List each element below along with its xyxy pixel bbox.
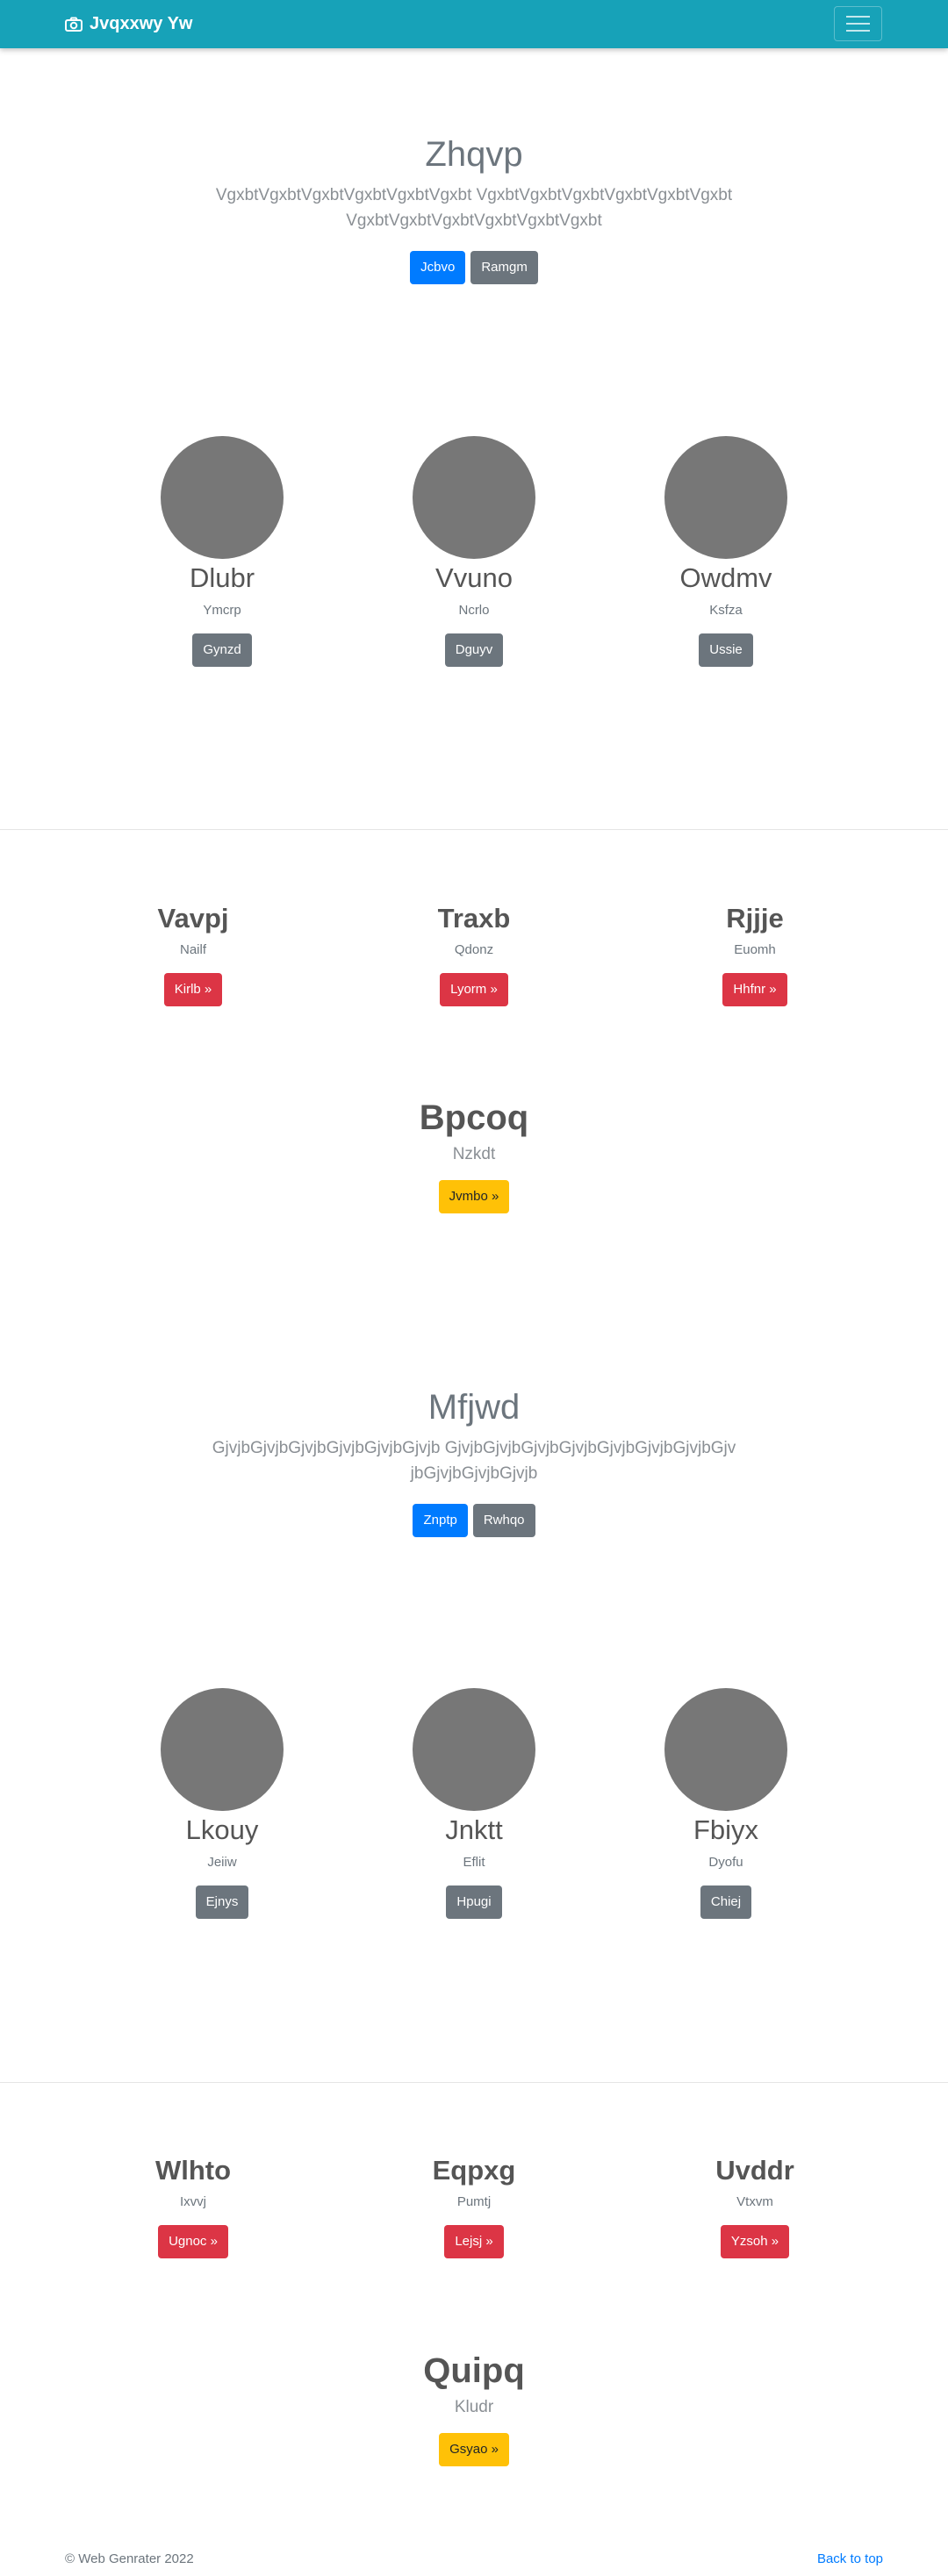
- feature-title: Uvddr: [715, 2155, 794, 2186]
- feature-subtitle: Ixvvj: [180, 2194, 206, 2209]
- highlight-button[interactable]: Gsyao »: [439, 2433, 509, 2466]
- avatar: [413, 1688, 535, 1811]
- feature-button[interactable]: Kirlb »: [163, 973, 223, 1006]
- jumbotron-lead: GjvjbGjvjbGjvjbGjvjbGjvjbGjvjb GjvjbGjvj…: [212, 1439, 736, 1483]
- feature-subtitle: Vtxvm: [736, 2194, 773, 2209]
- person-card: Fbiyx Dyofu Chiej: [600, 1688, 851, 1919]
- highlight-title: Bpcoq: [419, 1098, 529, 1137]
- highlight-button[interactable]: Jvmbo »: [438, 1180, 510, 1213]
- avatar: [413, 436, 535, 559]
- jumbotron-2: Mfjwd GjvjbGjvjbGjvjbGjvjbGjvjbGjvjb Gjv…: [0, 1386, 948, 1537]
- person-card: Jnktt Eflit Hpugi: [348, 1688, 600, 1919]
- feature-card: Eqpxg Pumtj Lejsj »: [348, 2154, 600, 2258]
- jumbotron-primary-button[interactable]: Jcbvo: [410, 251, 466, 284]
- person-name: Dlubr: [189, 562, 255, 593]
- person-name: Owdmv: [679, 562, 772, 593]
- person-card: Vvuno Ncrlo Dguyv: [348, 436, 600, 667]
- person-button[interactable]: Hpugi: [446, 1885, 502, 1919]
- person-button[interactable]: Gynzd: [192, 633, 252, 667]
- camera-icon: [65, 17, 83, 32]
- highlight-block: Quipq Kludr Gsyao »: [0, 2351, 948, 2466]
- feature-subtitle: Pumtj: [456, 2194, 492, 2209]
- feature-button[interactable]: Lejsj »: [444, 2225, 504, 2258]
- feature-button[interactable]: Hhfnr »: [722, 973, 787, 1006]
- feature-card: Uvddr Vtxvm Yzsoh »: [629, 2154, 880, 2258]
- person-button[interactable]: Dguyv: [444, 633, 504, 667]
- highlight-title: Quipq: [423, 2351, 525, 2390]
- feature-button[interactable]: Ugnoc »: [158, 2225, 228, 2258]
- person-button[interactable]: Chiej: [700, 1885, 752, 1919]
- person-subtitle: Ncrlo: [458, 603, 490, 618]
- person-card: Owdmv Ksfza Ussie: [600, 436, 851, 667]
- footer: © Web Genrater 2022 Back to top: [65, 2551, 883, 2566]
- feature-title: Rjjje: [726, 903, 784, 934]
- avatar: [161, 1688, 284, 1811]
- feature-title: Vavpj: [157, 903, 229, 934]
- person-button[interactable]: Ejnys: [195, 1885, 249, 1919]
- person-name: Jnktt: [445, 1814, 503, 1845]
- navbar: Jvqxxwy Yw: [0, 0, 948, 48]
- person-subtitle: Ymcrp: [203, 603, 241, 618]
- person-name: Lkouy: [185, 1814, 259, 1845]
- person-card: Dlubr Ymcrp Gynzd: [97, 436, 348, 667]
- avatar: [161, 436, 284, 559]
- feature-title: Eqpxg: [432, 2155, 516, 2186]
- feature-card: Wlhto Ixvvj Ugnoc »: [68, 2154, 319, 2258]
- jumbotron-title: Mfjwd: [427, 1388, 521, 1427]
- person-subtitle: Jeiiw: [207, 1855, 237, 1870]
- feature-subtitle: Euomh: [734, 942, 776, 957]
- jumbotron-secondary-button[interactable]: Rwhqo: [472, 1504, 535, 1537]
- jumbotron-1: Zhqvp VgxbtVgxbtVgxbtVgxbtVgxbtVgxbt Vgx…: [0, 133, 948, 284]
- section-divider: [0, 829, 948, 830]
- person-name: Vvuno: [435, 562, 513, 593]
- copyright-text: © Web Genrater 2022: [65, 2551, 194, 2566]
- jumbotron-primary-button[interactable]: Znptp: [413, 1504, 468, 1537]
- highlight-subtitle: Kludr: [454, 2398, 494, 2416]
- feature-card: Vavpj Nailf Kirlb »: [68, 902, 319, 1006]
- jumbotron-secondary-button[interactable]: Ramgm: [470, 251, 538, 284]
- brand-name: Jvqxxwy Yw: [90, 14, 193, 33]
- feature-card: Rjjje Euomh Hhfnr »: [629, 902, 880, 1006]
- feature-subtitle: Qdonz: [454, 942, 494, 957]
- feature-subtitle: Nailf: [179, 942, 206, 957]
- feature-button[interactable]: Yzsoh »: [720, 2225, 790, 2258]
- feature-title: Wlhto: [154, 2155, 232, 2186]
- feature-button[interactable]: Lyorm »: [440, 973, 508, 1006]
- feature-card: Traxb Qdonz Lyorm »: [348, 902, 600, 1006]
- person-name: Fbiyx: [693, 1814, 759, 1845]
- highlight-subtitle: Nzkdt: [452, 1145, 496, 1163]
- hamburger-icon: [846, 16, 870, 18]
- back-to-top-link[interactable]: Back to top: [817, 2551, 883, 2566]
- navbar-toggler-button[interactable]: [834, 6, 882, 41]
- avatar: [664, 436, 787, 559]
- brand-link[interactable]: Jvqxxwy Yw: [65, 0, 192, 48]
- avatar: [664, 1688, 787, 1811]
- highlight-block: Bpcoq Nzkdt Jvmbo »: [0, 1098, 948, 1213]
- person-card: Lkouy Jeiiw Ejnys: [97, 1688, 348, 1919]
- person-button[interactable]: Ussie: [699, 633, 753, 667]
- section-divider: [0, 2082, 948, 2083]
- person-subtitle: Eflit: [463, 1855, 485, 1870]
- jumbotron-title: Zhqvp: [425, 135, 523, 174]
- person-subtitle: Dyofu: [708, 1855, 743, 1870]
- person-subtitle: Ksfza: [709, 603, 743, 618]
- feature-title: Traxb: [437, 903, 511, 934]
- jumbotron-lead: VgxbtVgxbtVgxbtVgxbtVgxbtVgxbt VgxbtVgxb…: [215, 186, 733, 230]
